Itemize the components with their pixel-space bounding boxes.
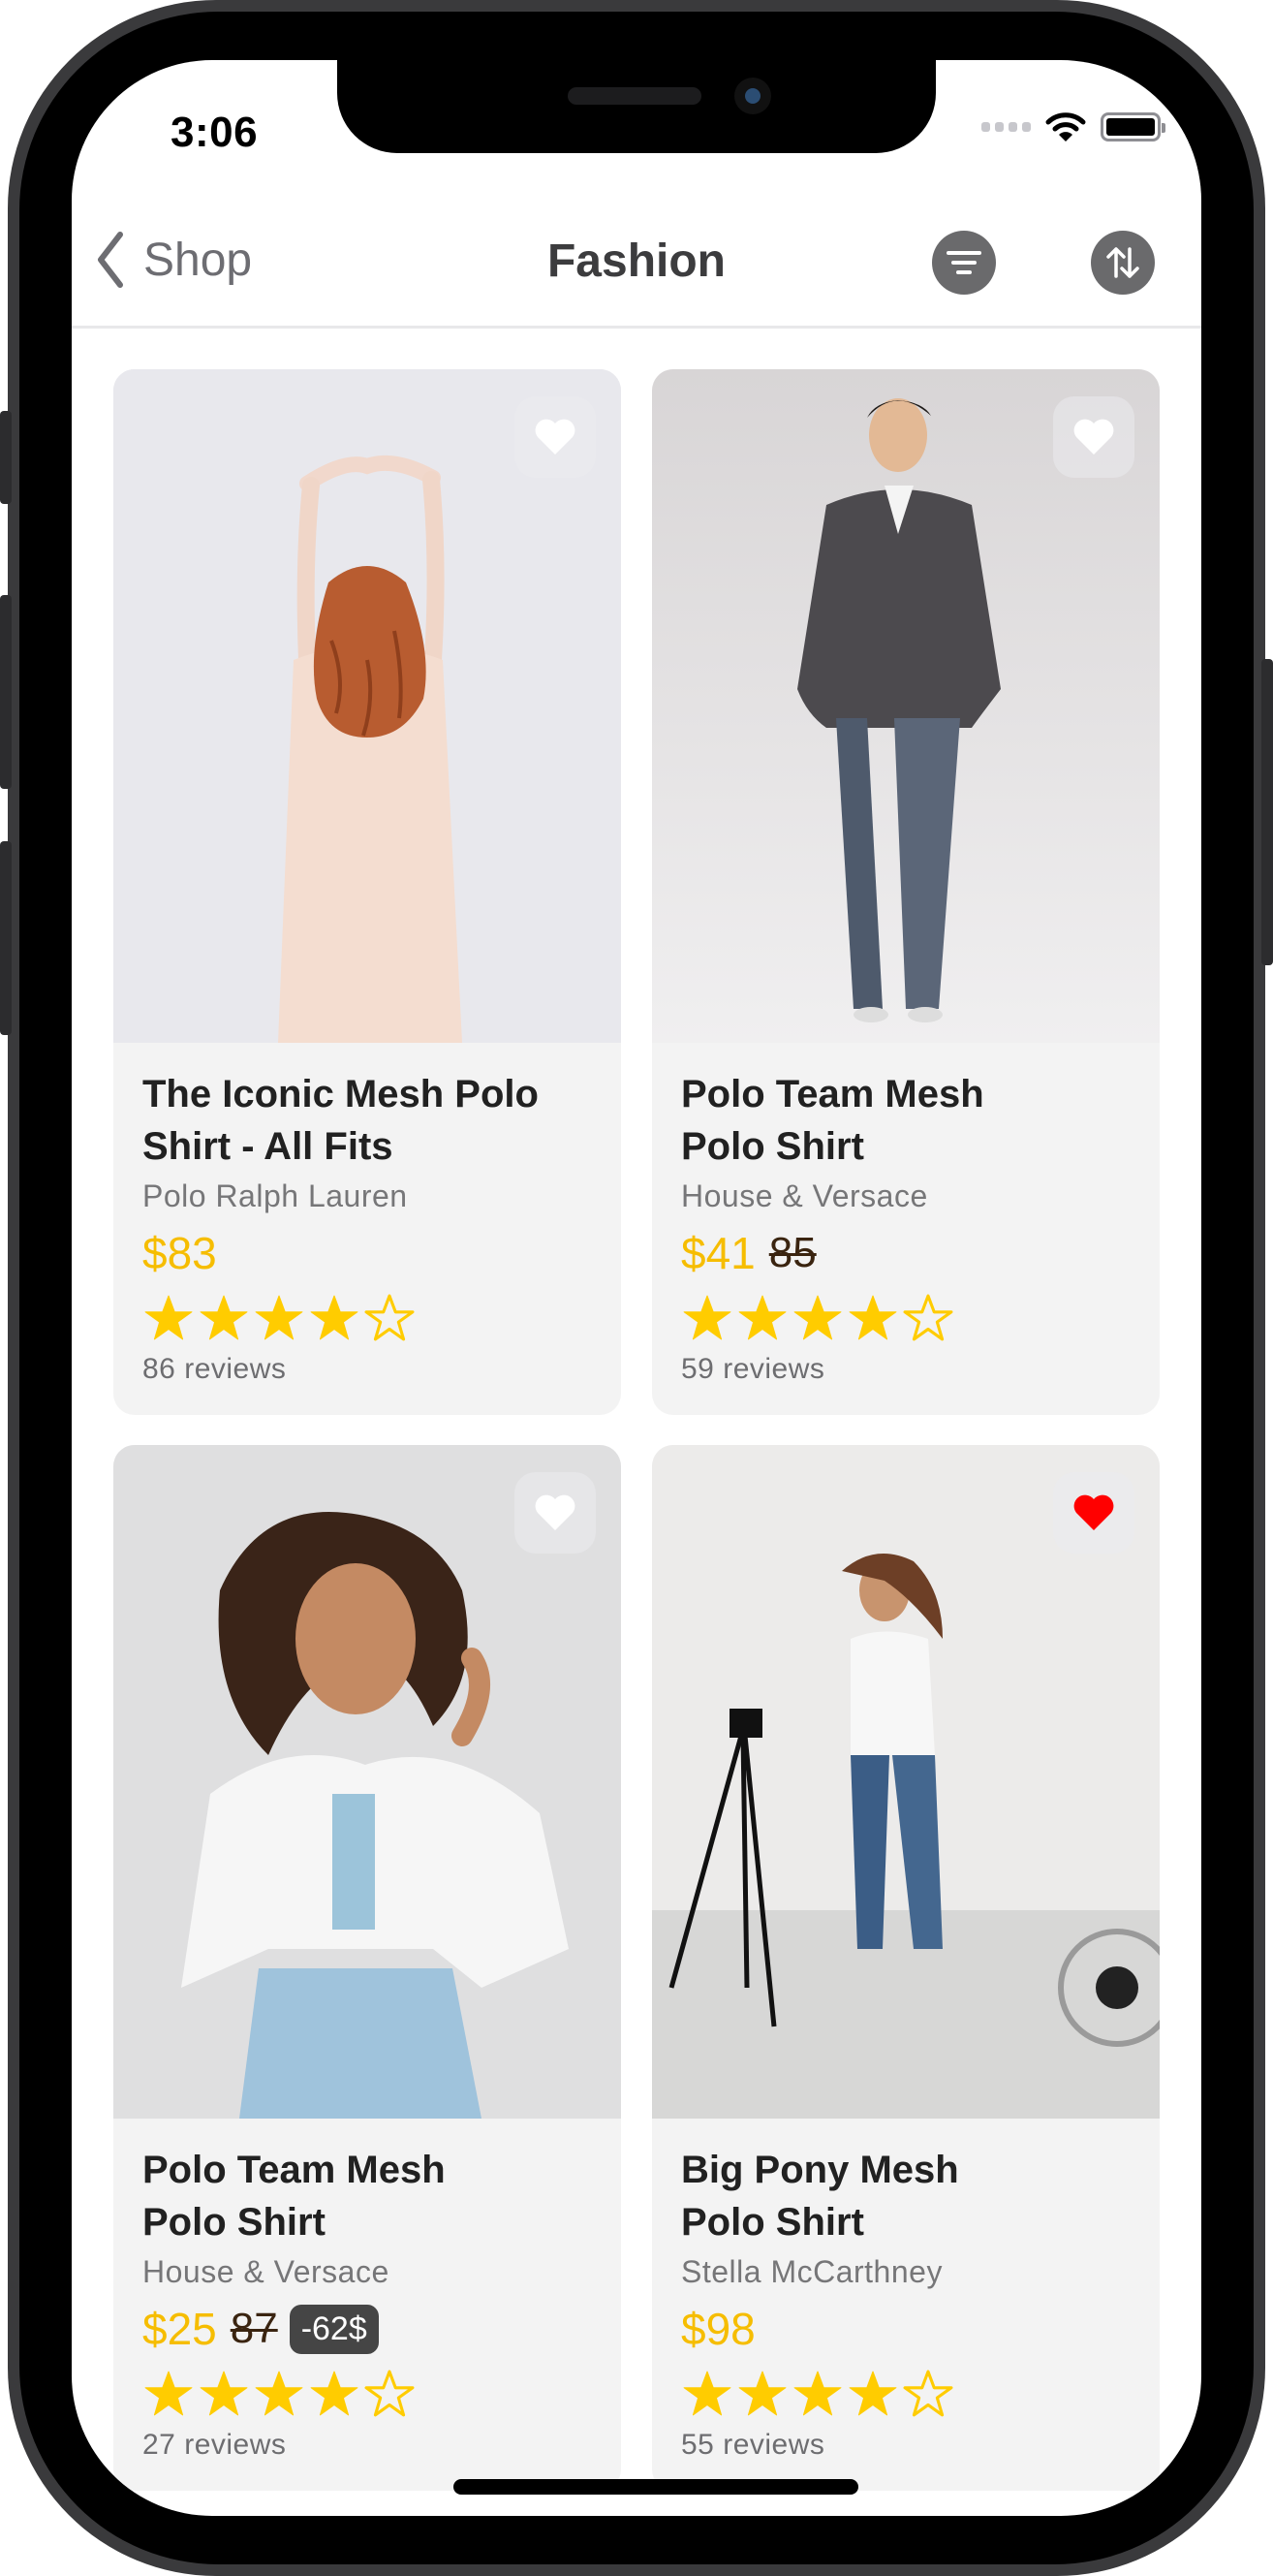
star-filled-icon xyxy=(683,2371,731,2416)
star-filled-icon xyxy=(738,1295,787,1340)
front-camera xyxy=(734,78,771,114)
product-title: The Iconic Mesh Polo Shirt - All Fits xyxy=(142,1073,539,1168)
page-title: Fashion xyxy=(546,236,726,287)
product-title: Polo Team Mesh Polo Shirt xyxy=(681,1073,984,1168)
favorite-button[interactable] xyxy=(514,396,596,478)
product-card[interactable]: Polo Team Mesh Polo Shirt House & Versac… xyxy=(652,369,1160,1415)
review-count: 55 reviews xyxy=(681,2429,825,2461)
star-filled-icon xyxy=(738,2371,787,2416)
favorite-button[interactable] xyxy=(1053,1472,1134,1554)
original-price: 85 xyxy=(768,1229,817,1276)
product-price: $41 xyxy=(681,1228,756,1278)
star-empty-icon xyxy=(903,2370,953,2417)
review-count: 27 reviews xyxy=(142,2429,287,2461)
star-filled-icon xyxy=(793,1295,842,1340)
product-title: Big Pony Mesh Polo Shirt xyxy=(681,2149,959,2244)
original-price: 87 xyxy=(230,2305,278,2352)
rating-stars xyxy=(681,2367,1131,2421)
price-row: $41 85 xyxy=(681,1223,1131,1283)
cellular-signal-icon xyxy=(981,122,1031,132)
product-image xyxy=(113,1445,621,2119)
status-indicators xyxy=(981,110,1165,143)
heart-icon xyxy=(535,1494,575,1530)
product-image xyxy=(652,1445,1160,2119)
discount-badge: -62$ xyxy=(289,2304,379,2354)
star-filled-icon xyxy=(200,2371,248,2416)
review-count: 86 reviews xyxy=(142,1353,287,1385)
mute-switch xyxy=(0,411,12,504)
status-time: 3:06 xyxy=(171,109,259,156)
star-filled-icon xyxy=(310,2371,358,2416)
rating-stars xyxy=(142,1291,592,1345)
star-filled-icon xyxy=(849,2371,897,2416)
price-row: $25 87 -62$ xyxy=(142,2299,592,2359)
product-brand: House & Versace xyxy=(142,2254,389,2289)
star-filled-icon xyxy=(200,1295,248,1340)
product-card[interactable]: Big Pony Mesh Polo Shirt Stella McCarthn… xyxy=(652,1445,1160,2491)
power-button xyxy=(1261,659,1273,965)
product-image xyxy=(113,369,621,1043)
star-filled-icon xyxy=(255,1295,303,1340)
volume-down-button xyxy=(0,841,12,1035)
product-price: $25 xyxy=(142,2304,217,2354)
product-card[interactable]: Polo Team Mesh Polo Shirt House & Versac… xyxy=(113,1445,621,2491)
sort-button[interactable] xyxy=(1091,231,1155,295)
heart-filled-icon xyxy=(1073,1494,1114,1530)
favorite-button[interactable] xyxy=(514,1472,596,1554)
product-brand: Polo Ralph Lauren xyxy=(142,1178,408,1213)
product-price: $83 xyxy=(142,1228,217,1278)
review-count: 59 reviews xyxy=(681,1353,825,1385)
home-indicator[interactable] xyxy=(453,2479,858,2495)
product-brand: House & Versace xyxy=(681,1178,928,1213)
rating-stars xyxy=(681,1291,1131,1345)
earpiece-speaker xyxy=(568,87,701,105)
star-filled-icon xyxy=(310,1295,358,1340)
product-image xyxy=(652,369,1160,1043)
rating-stars xyxy=(142,2367,592,2421)
star-empty-icon xyxy=(364,1294,415,1341)
battery-icon xyxy=(1101,112,1165,141)
screen: 3:06 Shop Fashion The Iconic Mesh Polo S… xyxy=(72,60,1201,2516)
product-card[interactable]: The Iconic Mesh Polo Shirt - All Fits Po… xyxy=(113,369,621,1415)
filter-icon xyxy=(947,251,981,274)
price-row: $98 xyxy=(681,2299,1131,2359)
wifi-icon xyxy=(1045,112,1086,141)
star-filled-icon xyxy=(144,2371,193,2416)
star-filled-icon xyxy=(683,1295,731,1340)
star-filled-icon xyxy=(255,2371,303,2416)
notch xyxy=(337,60,936,153)
heart-icon xyxy=(535,419,575,455)
filter-button[interactable] xyxy=(932,231,996,295)
heart-icon xyxy=(1073,419,1114,455)
product-brand: Stella McCarthney xyxy=(681,2254,943,2289)
product-grid: The Iconic Mesh Polo Shirt - All Fits Po… xyxy=(113,369,1160,2491)
star-empty-icon xyxy=(903,1294,953,1341)
price-row: $83 xyxy=(142,1223,592,1283)
sort-arrows-icon xyxy=(1106,247,1139,278)
star-filled-icon xyxy=(144,1295,193,1340)
volume-up-button xyxy=(0,595,12,789)
product-title: Polo Team Mesh Polo Shirt xyxy=(142,2149,446,2244)
star-filled-icon xyxy=(793,2371,842,2416)
star-empty-icon xyxy=(364,2370,415,2417)
product-price: $98 xyxy=(681,2304,756,2354)
star-filled-icon xyxy=(849,1295,897,1340)
favorite-button[interactable] xyxy=(1053,396,1134,478)
navigation-bar: Shop Fashion xyxy=(72,205,1201,329)
